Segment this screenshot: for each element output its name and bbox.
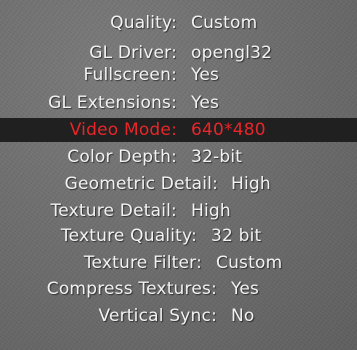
option-value: 640*480 — [191, 120, 266, 140]
option-label: Texture Detail: — [50, 201, 177, 221]
option-label: Vertical Sync: — [98, 306, 217, 326]
option-value: Yes — [191, 93, 220, 113]
option-fullscreen[interactable]: Fullscreen: Yes — [0, 63, 357, 87]
option-value: 32-bit — [191, 147, 243, 167]
option-label: Texture Quality: — [60, 226, 197, 246]
option-label: Color Depth: — [67, 147, 177, 167]
option-texture-detail[interactable]: Texture Detail: High — [0, 199, 357, 223]
option-value: Yes — [191, 65, 220, 85]
video-options-menu: Quality: Custom GL Driver: opengl32 Full… — [0, 0, 357, 350]
option-label: Geometric Detail: — [64, 174, 218, 194]
option-gl-extensions[interactable]: GL Extensions: Yes — [0, 91, 357, 115]
option-video-mode[interactable]: Video Mode: 640*480 — [0, 118, 357, 142]
option-value: opengl32 — [191, 43, 273, 63]
option-label: Video Mode: — [69, 120, 177, 140]
option-color-depth[interactable]: Color Depth: 32-bit — [0, 145, 357, 169]
option-value: High — [231, 174, 271, 194]
option-label: GL Extensions: — [48, 93, 177, 113]
option-compress-textures[interactable]: Compress Textures: Yes — [0, 277, 357, 301]
option-value: No — [231, 306, 255, 326]
option-texture-quality[interactable]: Texture Quality: 32 bit — [0, 224, 357, 248]
option-value: Custom — [191, 13, 258, 33]
option-label: Quality: — [110, 13, 177, 33]
option-geometric-detail[interactable]: Geometric Detail: High — [0, 172, 357, 196]
option-gl-driver[interactable]: GL Driver: opengl32 — [0, 41, 357, 65]
option-vertical-sync[interactable]: Vertical Sync: No — [0, 304, 357, 328]
option-value: High — [191, 201, 231, 221]
option-value: Yes — [231, 279, 260, 299]
option-label: Compress Textures: — [46, 279, 217, 299]
option-value: Custom — [216, 253, 283, 273]
option-label: Texture Filter: — [83, 253, 202, 273]
option-texture-filter[interactable]: Texture Filter: Custom — [0, 251, 357, 275]
option-label: Fullscreen: — [83, 65, 177, 85]
option-value: 32 bit — [211, 226, 262, 246]
option-label: GL Driver: — [89, 43, 177, 63]
option-quality[interactable]: Quality: Custom — [0, 11, 357, 35]
